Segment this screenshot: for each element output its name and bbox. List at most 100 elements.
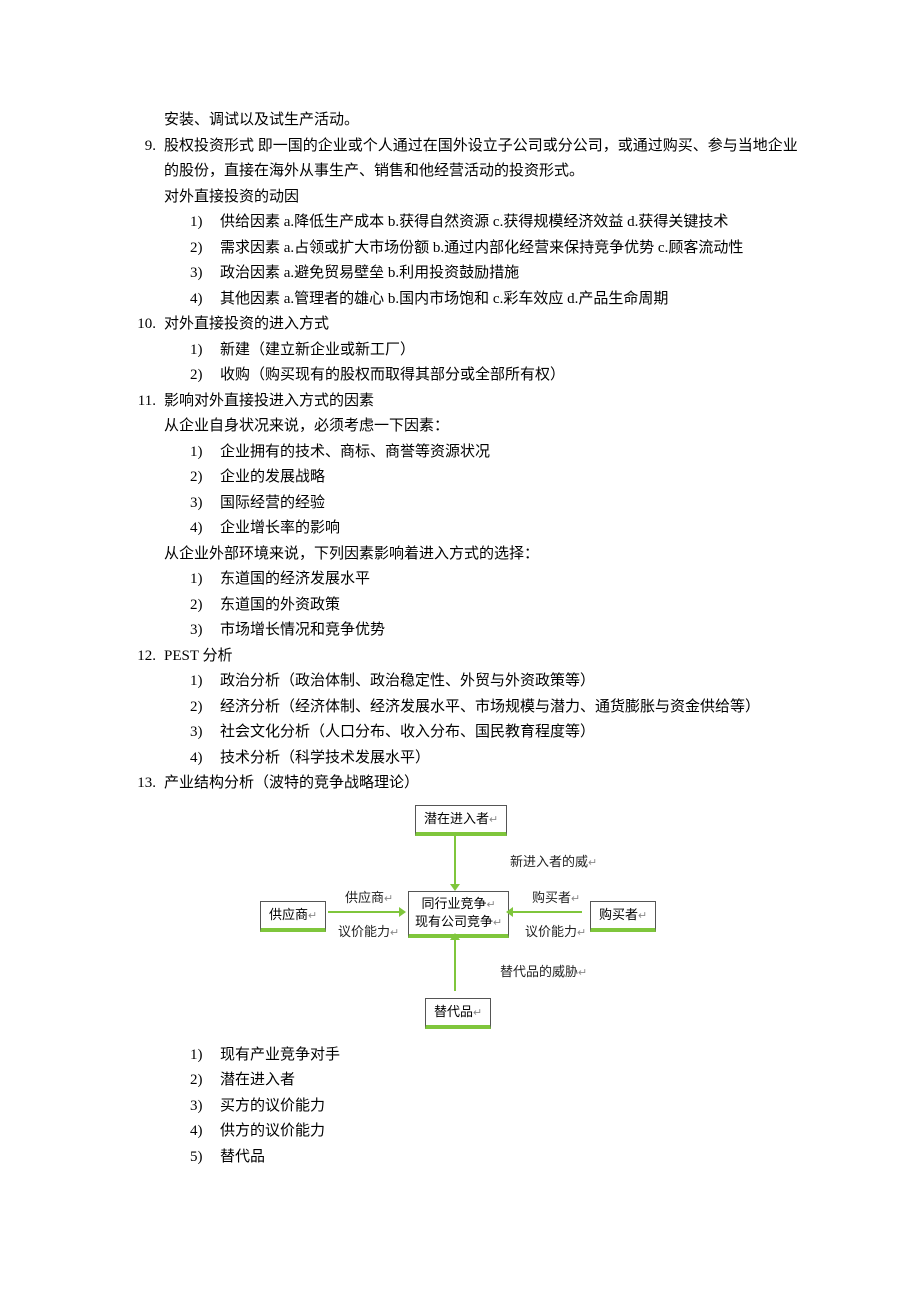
sub-number: 2) [190,465,220,491]
sub-item: 1)政治分析（政治体制、政治稳定性、外贸与外资政策等） [164,669,802,695]
sub-body: 供给因素 a.降低生产成本 b.获得自然资源 c.获得规模经济效益 d.获得关键… [220,210,802,236]
sub-body: 现有产业竞争对手 [220,1043,802,1069]
sub-number: 2) [190,695,220,721]
sub-item: 3)社会文化分析（人口分布、收入分布、国民教育程度等） [164,720,802,746]
sub-item: 1)东道国的经济发展水平 [164,567,802,593]
sub-item: 4)企业增长率的影响 [164,516,802,542]
sub-body: 市场增长情况和竞争优势 [220,618,802,644]
sub-number: 1) [190,669,220,695]
list-item-10: 10. 对外直接投资的进入方式 1)新建（建立新企业或新工厂） 2)收购（购买现… [118,312,802,389]
sub-number: 5) [190,1145,220,1171]
sub-item: 2)收购（购买现有的股权而取得其部分或全部所有权） [164,363,802,389]
text-line: 从企业外部环境来说，下列因素影响着进入方式的选择： [164,542,802,568]
sub-body: 其他因素 a.管理者的雄心 b.国内市场饱和 c.彩车效应 d.产品生命周期 [220,287,802,313]
sub-body: 国际经营的经验 [220,491,802,517]
item-number: 10. [118,312,164,389]
diagram-label: 新进入者的威↵ [510,851,597,873]
sub-item: 3)买方的议价能力 [164,1094,802,1120]
list-item-13: 13. 产业结构分析（波特的竞争战略理论） [118,771,802,797]
diagram-box-left: 供应商↵ [260,901,326,932]
sub-body: 技术分析（科学技术发展水平） [220,746,802,772]
list-item-12: 12. PEST 分析 1)政治分析（政治体制、政治稳定性、外贸与外资政策等） … [118,644,802,772]
sub-body: 收购（购买现有的股权而取得其部分或全部所有权） [220,363,802,389]
sub-number: 2) [190,1068,220,1094]
diagram-label: 议价能力↵ [525,921,586,943]
sub-item: 3)国际经营的经验 [164,491,802,517]
sub-body: 供方的议价能力 [220,1119,802,1145]
sub-body: 企业增长率的影响 [220,516,802,542]
sub-body: 政治分析（政治体制、政治稳定性、外贸与外资政策等） [220,669,802,695]
sub-body: 企业拥有的技术、商标、商誉等资源状况 [220,440,802,466]
sub-number: 4) [190,287,220,313]
item-number: 9. [118,134,164,313]
list-item-11: 11. 影响对外直接投进入方式的因素 从企业自身状况来说，必须考虑一下因素： 1… [118,389,802,644]
sub-number: 3) [190,1094,220,1120]
diagram-label: 替代品的威胁↵ [500,961,587,983]
sub-body: 东道国的外资政策 [220,593,802,619]
arrow-icon [454,833,456,885]
arrow-icon [454,939,456,991]
sub-number: 1) [190,440,220,466]
sub-number: 3) [190,491,220,517]
sub-body: 经济分析（经济体制、经济发展水平、市场规模与潜力、通货膨胀与资金供给等） [220,695,802,721]
sub-item: 1)新建（建立新企业或新工厂） [164,338,802,364]
sub-body: 东道国的经济发展水平 [220,567,802,593]
sub-item: 4)其他因素 a.管理者的雄心 b.国内市场饱和 c.彩车效应 d.产品生命周期 [164,287,802,313]
sub-item: 3)市场增长情况和竞争优势 [164,618,802,644]
sub-body: 需求因素 a.占领或扩大市场份额 b.通过内部化经营来保持竞争优势 c.顾客流动… [220,236,802,262]
item-body: 产业结构分析（波特的竞争战略理论） [164,771,802,797]
sub-item: 4)技术分析（科学技术发展水平） [164,746,802,772]
sub-number: 2) [190,363,220,389]
text-line: 安装、调试以及试生产活动。 [164,108,802,134]
sub-number: 1) [190,567,220,593]
sub-number: 3) [190,261,220,287]
diagram-box-center: 同行业竞争↵ 现有公司竞争↵ [408,891,509,939]
diagram-box-top: 潜在进入者↵ [415,805,507,836]
sub-body: 企业的发展战略 [220,465,802,491]
sub-body: 买方的议价能力 [220,1094,802,1120]
sub-number: 2) [190,593,220,619]
item-extra-line: 对外直接投资的动因 [164,185,802,211]
diagram-label: 供应商↵ [345,887,393,909]
sub-body: 潜在进入者 [220,1068,802,1094]
porter-diagram: 潜在进入者↵ 供应商↵ 同行业竞争↵ 现有公司竞争↵ 购买者↵ 替代品↵ 新进入… [118,797,802,1043]
sub-number: 1) [190,1043,220,1069]
sub-body: 替代品 [220,1145,802,1171]
item-number: 11. [118,389,164,644]
diagram-box-bottom: 替代品↵ [425,998,491,1029]
diagram-label: 议价能力↵ [338,921,399,943]
sub-item: 3)政治因素 a.避免贸易壁垒 b.利用投资鼓励措施 [164,261,802,287]
sub-body: 政治因素 a.避免贸易壁垒 b.利用投资鼓励措施 [220,261,802,287]
item-body: 影响对外直接投进入方式的因素 [164,389,802,415]
text-line: 从企业自身状况来说，必须考虑一下因素： [164,414,802,440]
sub-item: 1)供给因素 a.降低生产成本 b.获得自然资源 c.获得规模经济效益 d.获得… [164,210,802,236]
diagram-label: 购买者↵ [532,887,580,909]
sub-item: 1)现有产业竞争对手 [164,1043,802,1069]
item-body: 对外直接投资的进入方式 [164,312,802,338]
item-body: 股权投资形式 即一国的企业或个人通过在国外设立子公司或分公司，或通过购买、参与当… [164,134,802,185]
list-item-9: 9. 股权投资形式 即一国的企业或个人通过在国外设立子公司或分公司，或通过购买、… [118,134,802,313]
item-number: 12. [118,644,164,772]
sub-item: 5)替代品 [164,1145,802,1171]
sub-item: 2)需求因素 a.占领或扩大市场份额 b.通过内部化经营来保持竞争优势 c.顾客… [164,236,802,262]
diagram-box-right: 购买者↵ [590,901,656,932]
list-item-13-subs: 1)现有产业竞争对手 2)潜在进入者 3)买方的议价能力 4)供方的议价能力 5… [118,1043,802,1171]
item-number: 13. [118,771,164,797]
sub-item: 2)企业的发展战略 [164,465,802,491]
sub-item: 4)供方的议价能力 [164,1119,802,1145]
sub-number: 1) [190,338,220,364]
sub-item: 2)潜在进入者 [164,1068,802,1094]
continuation-text: 安装、调试以及试生产活动。 [118,108,802,134]
sub-number: 4) [190,1119,220,1145]
sub-number: 3) [190,618,220,644]
sub-item: 2)东道国的外资政策 [164,593,802,619]
sub-item: 1)企业拥有的技术、商标、商誉等资源状况 [164,440,802,466]
sub-number: 3) [190,720,220,746]
arrow-icon [512,911,582,913]
sub-number: 1) [190,210,220,236]
sub-number: 2) [190,236,220,262]
sub-number: 4) [190,516,220,542]
sub-body: 社会文化分析（人口分布、收入分布、国民教育程度等） [220,720,802,746]
document-page: 安装、调试以及试生产活动。 9. 股权投资形式 即一国的企业或个人通过在国外设立… [0,0,920,1302]
sub-body: 新建（建立新企业或新工厂） [220,338,802,364]
